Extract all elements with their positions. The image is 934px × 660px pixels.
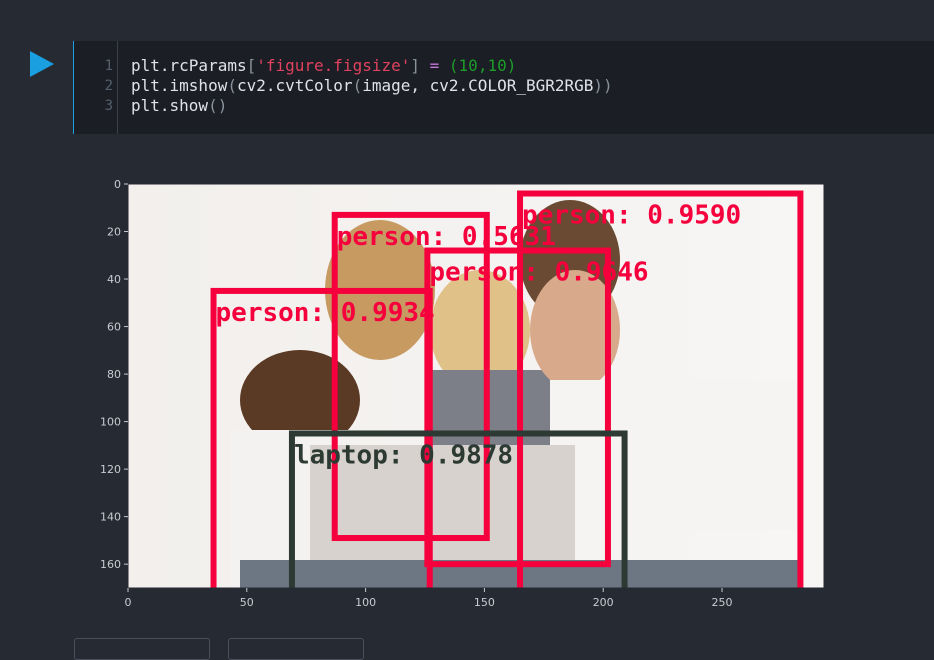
output-button[interactable] — [228, 638, 364, 660]
x-tick-label: 50 — [240, 596, 254, 609]
y-tick-label: 100 — [100, 416, 121, 429]
y-tick-label: 140 — [100, 511, 121, 524]
detection-label: person: 0.9590 — [522, 201, 741, 231]
x-tick-label: 150 — [474, 596, 495, 609]
y-tick-label: 40 — [107, 273, 121, 286]
y-tick-label: 80 — [107, 368, 121, 381]
x-tick-label: 250 — [712, 596, 733, 609]
detection-label: person: 0.9934 — [216, 298, 435, 328]
x-tick-label: 100 — [355, 596, 376, 609]
y-tick-label: 160 — [100, 558, 121, 571]
y-tick-label: 120 — [100, 463, 121, 476]
output-button[interactable] — [74, 638, 210, 660]
detection-label: laptop: 0.9878 — [294, 440, 513, 470]
detection-label: person: 0.9646 — [429, 258, 648, 288]
output-plot: person: 0.9934person: 0.5631person: 0.96… — [100, 178, 825, 609]
y-tick-label: 60 — [107, 321, 121, 334]
x-tick-label: 0 — [125, 596, 132, 609]
y-tick-label: 20 — [107, 226, 121, 239]
y-tick-label: 0 — [114, 178, 121, 191]
x-tick-label: 200 — [593, 596, 614, 609]
